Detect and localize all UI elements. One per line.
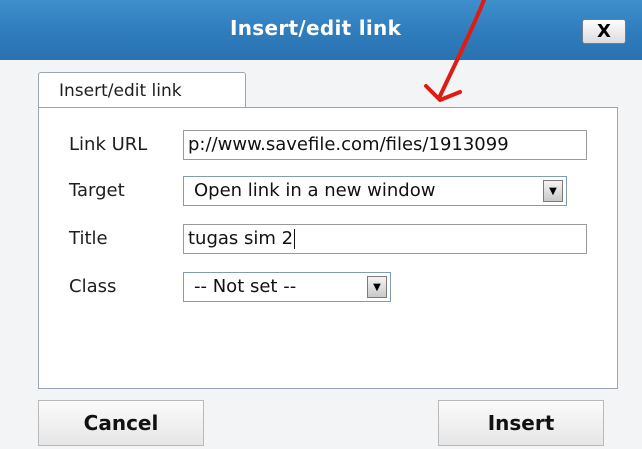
class-label: Class: [69, 276, 117, 297]
title-label: Title: [69, 228, 108, 249]
title-input-value: tugas sim 2: [188, 228, 294, 249]
tab-label: Insert/edit link: [59, 81, 182, 101]
target-selected-value: Open link in a new window: [194, 180, 436, 201]
dialog-title: Insert/edit link: [230, 16, 402, 40]
close-icon: X: [597, 21, 611, 42]
close-button[interactable]: X: [582, 19, 626, 44]
target-label: Target: [69, 180, 125, 201]
link-url-label: Link URL: [69, 134, 148, 155]
insert-button[interactable]: Insert: [438, 400, 604, 446]
link-form-panel: Link URL p://www.savefile.com/files/1913…: [38, 107, 618, 389]
cancel-button[interactable]: Cancel: [38, 400, 204, 446]
text-caret: [294, 229, 296, 249]
class-selected-value: -- Not set --: [194, 276, 297, 297]
dropdown-arrow-icon[interactable]: ▼: [367, 276, 387, 298]
title-input[interactable]: tugas sim 2: [183, 224, 587, 254]
title-bar: Insert/edit link X: [0, 0, 642, 60]
link-url-input[interactable]: p://www.savefile.com/files/1913099: [183, 130, 587, 160]
dropdown-arrow-icon[interactable]: ▼: [543, 180, 563, 202]
red-arrow-annotation-icon: [424, 0, 486, 102]
tab-insert-edit-link[interactable]: Insert/edit link: [38, 72, 246, 108]
class-select[interactable]: -- Not set -- ▼: [183, 272, 391, 302]
target-select[interactable]: Open link in a new window ▼: [183, 176, 567, 206]
